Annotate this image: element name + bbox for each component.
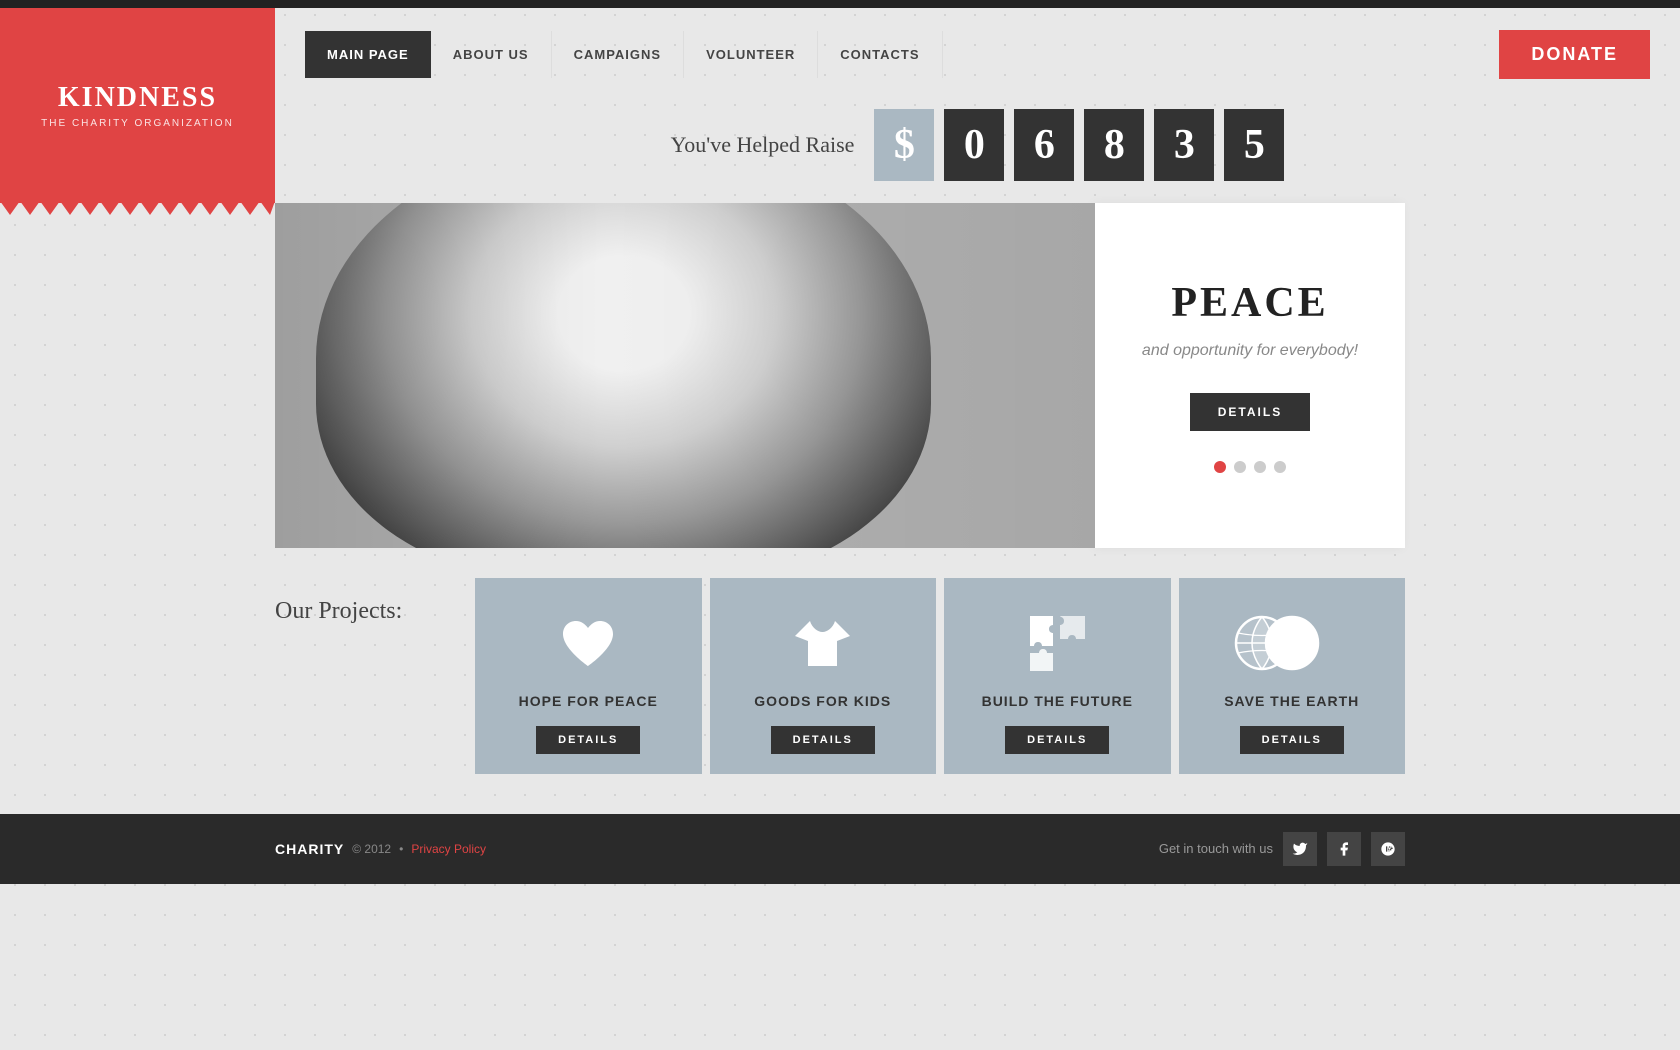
header: KINDNESS THE CHARITY ORGANIZATION MAIN P… [0,8,1680,203]
project-name-goods: GOODS FOR KIDS [754,692,891,712]
counter-row: You've Helped Raise $ 0 6 8 3 5 [305,79,1650,201]
nav-volunteer[interactable]: VOLUNTEER [684,31,818,78]
footer-brand: CHARITY [275,841,344,857]
earth-icon [1257,608,1327,678]
footer-bullet: • [399,842,403,856]
slide-title: PEACE [1171,279,1328,327]
slide-subtitle: and opportunity for everybody! [1142,339,1358,363]
project-details-hope[interactable]: DETAILS [536,726,640,754]
facebook-button[interactable] [1327,832,1361,866]
googleplus-button[interactable] [1371,832,1405,866]
top-bar [0,0,1680,8]
footer-privacy-link[interactable]: Privacy Policy [411,842,486,856]
projects-section: Our Projects: HOPE FOR PEACE DETAILS [275,578,1405,814]
tshirt-icon [788,608,858,678]
hero-info-panel: PEACE and opportunity for everybody! DET… [1095,203,1405,548]
logo-subtitle: THE CHARITY ORGANIZATION [41,118,234,129]
nav-main-page[interactable]: MAIN PAGE [305,31,431,78]
nav-contacts[interactable]: CONTACTS [818,31,942,78]
project-name-hope: HOPE FOR PEACE [519,692,658,712]
footer-copyright: © 2012 [352,842,391,856]
project-card-goods: GOODS FOR KIDS DETAILS [710,578,937,774]
logo-block[interactable]: KINDNESS THE CHARITY ORGANIZATION [0,8,275,203]
main-content: PEACE and opportunity for everybody! DET… [0,203,1680,814]
footer: CHARITY © 2012 • Privacy Policy Get in t… [0,814,1680,884]
nav-campaigns[interactable]: CAMPAIGNS [552,31,684,78]
puzzle-icon [1022,608,1092,678]
project-details-earth[interactable]: DETAILS [1240,726,1344,754]
projects-label: Our Projects: [275,578,455,625]
nav-bar: MAIN PAGE ABOUT US CAMPAIGNS VOLUNTEER C… [305,30,1650,79]
project-details-build[interactable]: DETAILS [1005,726,1109,754]
counter-digit-0: 0 [944,109,1004,181]
project-name-build: BUILD THE FUTURE [982,692,1133,712]
project-card-hope: HOPE FOR PEACE DETAILS [475,578,702,774]
hero-image [275,203,1095,548]
slide-dot-4[interactable] [1274,461,1286,473]
footer-social-label: Get in touch with us [1159,841,1273,856]
counter-dollar: $ [874,109,934,181]
slide-dot-3[interactable] [1254,461,1266,473]
project-name-earth: SAVE THE EARTH [1224,692,1359,712]
slide-dot-2[interactable] [1234,461,1246,473]
footer-left: CHARITY © 2012 • Privacy Policy [275,841,486,857]
projects-grid: HOPE FOR PEACE DETAILS GOODS FOR KIDS DE… [475,578,1405,774]
project-card-earth: SAVE THE EARTH DETAILS [1179,578,1406,774]
counter-label: You've Helped Raise [671,132,855,158]
twitter-button[interactable] [1283,832,1317,866]
slide-details-button[interactable]: DETAILS [1190,393,1310,431]
project-details-goods[interactable]: DETAILS [771,726,875,754]
child-face-graphic [275,203,1095,548]
slide-dots [1214,461,1286,473]
counter-digit-4: 5 [1224,109,1284,181]
counter-digit-1: 6 [1014,109,1074,181]
counter-digit-2: 8 [1084,109,1144,181]
footer-right: Get in touch with us [1159,832,1405,866]
logo-title: KINDNESS [58,82,217,114]
slide-dot-1[interactable] [1214,461,1226,473]
nav-area: MAIN PAGE ABOUT US CAMPAIGNS VOLUNTEER C… [275,8,1680,203]
counter-digit-3: 3 [1154,109,1214,181]
hero-section: PEACE and opportunity for everybody! DET… [275,203,1405,548]
donate-button[interactable]: DONATE [1499,30,1650,79]
project-card-build: BUILD THE FUTURE DETAILS [944,578,1171,774]
nav-about-us[interactable]: ABOUT US [431,31,552,78]
heart-icon [553,608,623,678]
